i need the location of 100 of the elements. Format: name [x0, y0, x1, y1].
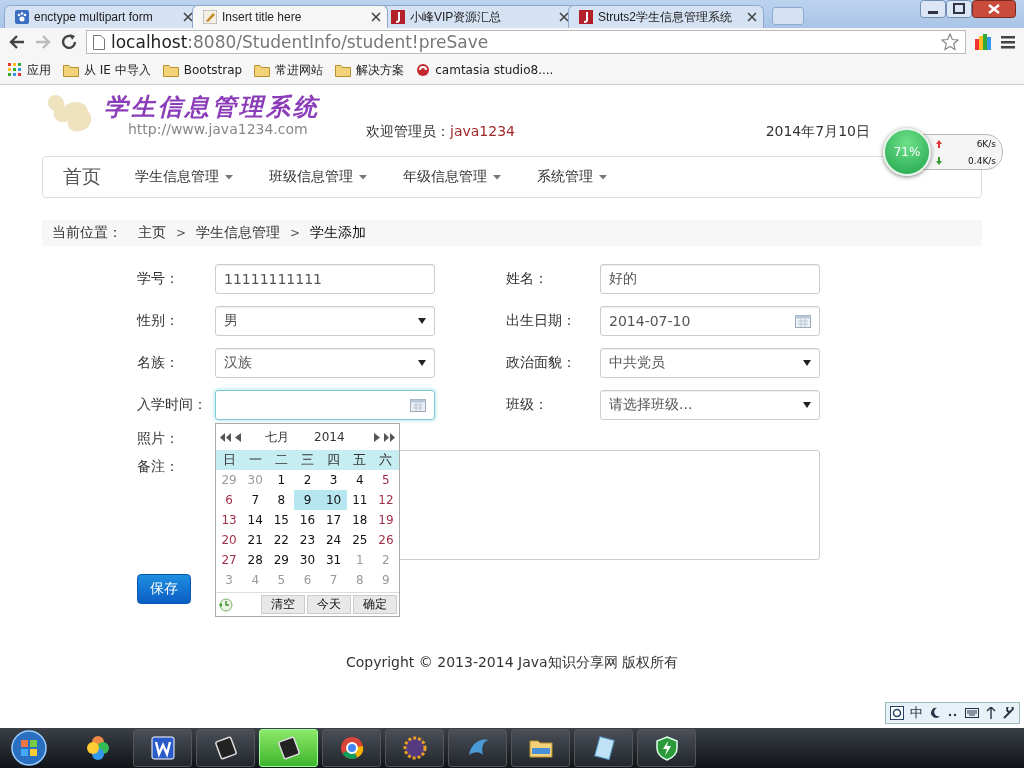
calendar-day[interactable]: 7 — [242, 490, 269, 510]
calendar-button[interactable]: 今天 — [307, 595, 351, 614]
calendar-day[interactable]: 22 — [268, 530, 295, 550]
month-text[interactable]: 七月 — [265, 428, 289, 446]
calendar-day[interactable]: 31 — [320, 550, 347, 570]
nav-menu[interactable]: 班级信息管理 — [269, 168, 367, 186]
calendar-day[interactable]: 26 — [372, 530, 399, 550]
calendar-day[interactable]: 1 — [268, 470, 295, 490]
close-icon[interactable] — [183, 12, 193, 22]
calendar-day[interactable]: 4 — [346, 470, 373, 490]
calendar-day[interactable]: 27 — [216, 550, 243, 570]
taskbar-app-button[interactable] — [511, 729, 570, 767]
nav-menu[interactable]: 学生信息管理 — [135, 168, 233, 186]
taskbar-app-button[interactable] — [196, 729, 255, 767]
caret-icon — [599, 174, 607, 180]
calendar-day[interactable]: 28 — [242, 550, 269, 570]
close-icon[interactable] — [559, 12, 569, 22]
calendar-button[interactable]: 确定 — [353, 595, 397, 614]
calendar-day[interactable]: 25 — [346, 530, 373, 550]
browser-tab[interactable]: Struts2学生信息管理系统 — [568, 5, 764, 28]
bookmark[interactable]: 应用 — [8, 61, 51, 79]
folder-icon — [254, 63, 271, 77]
nav-menu[interactable]: 年级信息管理 — [403, 168, 501, 186]
date-field[interactable]: 2014-07-10 — [600, 306, 820, 336]
split-arrows-icon[interactable] — [985, 707, 997, 719]
calendar-day[interactable]: 10 — [320, 490, 347, 510]
extension-icon[interactable] — [974, 33, 992, 51]
browser-tab[interactable]: Insert title here — [192, 5, 388, 28]
calendar-day[interactable]: 24 — [320, 530, 347, 550]
nav-menu[interactable]: 系统管理 — [537, 168, 607, 186]
ime-mode-text[interactable]: 中 — [910, 704, 923, 722]
breadcrumb-link[interactable]: 学生信息管理 — [196, 224, 281, 242]
calendar-day[interactable]: 9 — [294, 490, 321, 510]
calendar-day[interactable]: 8 — [268, 490, 295, 510]
minimize-icon[interactable] — [920, 0, 946, 18]
bookmark[interactable]: 常进网站 — [254, 61, 324, 79]
calendar-button[interactable]: 清空 — [261, 595, 305, 614]
bookmark[interactable]: 从 IE 中导入 — [63, 61, 151, 79]
menu-icon[interactable] — [1000, 34, 1016, 50]
taskbar-app-button[interactable] — [637, 729, 696, 767]
weekday-header: 六 — [372, 450, 399, 470]
taskbar-app-button[interactable] — [133, 729, 192, 767]
year-text[interactable]: 2014 — [314, 430, 345, 444]
calendar-day[interactable]: 19 — [372, 510, 399, 530]
reload-icon[interactable] — [60, 33, 78, 51]
taskbar-app-button[interactable] — [574, 729, 633, 767]
windows-start-icon[interactable] — [10, 729, 48, 767]
calendar-day[interactable]: 23 — [294, 530, 321, 550]
calendar-day[interactable]: 11 — [346, 490, 373, 510]
text-field[interactable]: 好的 — [600, 264, 820, 294]
save-button[interactable]: 保存 — [137, 574, 191, 604]
close-icon[interactable] — [747, 12, 757, 22]
taskbar-app-button[interactable] — [385, 729, 444, 767]
maximize-icon[interactable] — [946, 0, 972, 18]
calendar-day[interactable]: 2 — [294, 470, 321, 490]
previous-month-icon[interactable] — [234, 432, 242, 442]
wrench-icon[interactable] — [1003, 707, 1015, 719]
calendar-day[interactable]: 17 — [320, 510, 347, 530]
calendar-day[interactable]: 30 — [294, 550, 321, 570]
clock-icon[interactable] — [218, 597, 234, 612]
weekday-header: 五 — [346, 450, 373, 470]
bookmark[interactable]: camtasia studio8.... — [416, 63, 554, 77]
close-icon[interactable] — [371, 12, 381, 22]
calendar-day[interactable]: 5 — [372, 470, 399, 490]
bookmark[interactable]: 解决方案 — [335, 61, 405, 79]
star-icon[interactable] — [941, 33, 959, 51]
keyboard-icon[interactable] — [965, 708, 979, 718]
ime-logo-icon[interactable] — [890, 706, 904, 720]
select-field[interactable]: 中共党员 — [600, 348, 820, 378]
calendar-day[interactable]: 14 — [242, 510, 269, 530]
breadcrumb-link[interactable]: 主页 — [138, 224, 166, 242]
field-label: 备注： — [137, 458, 180, 476]
next-year-icon[interactable] — [384, 432, 395, 442]
address-bar[interactable]: localhost:8080/StudentInfo/student!preSave — [86, 30, 966, 54]
calendar-day[interactable]: 21 — [242, 530, 269, 550]
calendar-day[interactable]: 6 — [216, 490, 243, 510]
bookmark[interactable]: Bootstrap — [162, 63, 243, 77]
next-month-icon[interactable] — [373, 432, 381, 442]
close-icon[interactable] — [972, 0, 1016, 18]
select-field[interactable]: 男 — [215, 306, 435, 336]
calendar-day[interactable]: 16 — [294, 510, 321, 530]
select-field[interactable]: 汉族 — [215, 348, 435, 378]
date-field[interactable] — [215, 390, 435, 420]
gear-icon — [401, 735, 428, 761]
taskbar-app-button[interactable] — [322, 729, 381, 767]
copyright-text: Copyright © 2013-2014 Java知识分享网 版权所有 — [344, 654, 680, 672]
calendar-day[interactable]: 20 — [216, 530, 243, 550]
calendar-day[interactable]: 3 — [320, 470, 347, 490]
previous-year-icon[interactable] — [220, 432, 231, 442]
calendar-day[interactable]: 18 — [346, 510, 373, 530]
select-field[interactable]: 请选择班级... — [600, 390, 820, 420]
calendar-day[interactable]: 15 — [268, 510, 295, 530]
calendar-day[interactable]: 12 — [372, 490, 399, 510]
calendar-day[interactable]: 13 — [216, 510, 243, 530]
back-icon[interactable] — [8, 33, 26, 51]
moon-icon[interactable] — [929, 707, 941, 719]
text-field[interactable]: 11111111111 — [215, 264, 435, 294]
calendar-day[interactable]: 29 — [268, 550, 295, 570]
field-label: 性别： — [137, 312, 180, 330]
home-link[interactable]: 首页 — [63, 164, 101, 190]
